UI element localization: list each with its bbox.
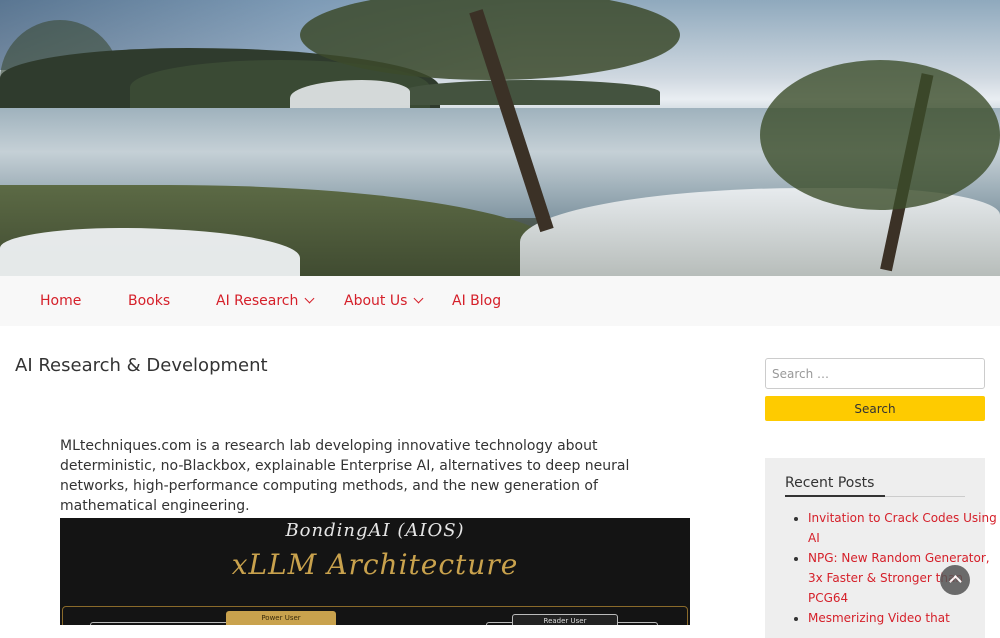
- nav-item-ai-blog[interactable]: AI Blog: [452, 276, 501, 326]
- main-navigation: Home Books AI Research About Us AI Blog: [0, 276, 1000, 326]
- page-title: AI Research & Development: [15, 355, 268, 376]
- recent-post-link[interactable]: Mesmerizing Video that: [808, 611, 950, 625]
- power-user-box: Power User: [226, 611, 336, 625]
- nav-item-about-us-label: About Us: [344, 293, 408, 309]
- recent-posts-widget: Recent Posts Invitation to Crack Codes U…: [765, 458, 997, 638]
- feature-title: xLLM Architecture: [231, 548, 519, 581]
- xllm-architecture-image: BondingAI (AIOS) xLLM Architecture Power…: [60, 518, 690, 625]
- nav-item-about-us[interactable]: About Us: [344, 276, 424, 326]
- header-landscape-image: [0, 0, 1000, 276]
- nav-item-ai-research[interactable]: AI Research: [216, 276, 315, 326]
- search-button[interactable]: Search: [765, 396, 985, 421]
- recent-post-link[interactable]: Invitation to Crack Codes Using AI: [808, 511, 997, 545]
- nav-item-books-label: Books: [128, 293, 171, 309]
- recent-posts-list: Invitation to Crack Codes Using AI NPG: …: [785, 508, 998, 628]
- nav-item-books[interactable]: Books: [128, 276, 170, 326]
- intro-paragraph: MLtechniques.com is a research lab devel…: [60, 438, 630, 514]
- nav-item-home-label: Home: [40, 293, 82, 309]
- nav-item-ai-research-label: AI Research: [216, 293, 299, 309]
- nav-item-ai-blog-label: AI Blog: [452, 293, 502, 309]
- list-item: Mesmerizing Video that: [808, 608, 998, 628]
- chevron-down-icon: [413, 293, 424, 304]
- recent-posts-title: Recent Posts: [785, 475, 875, 491]
- list-item: Invitation to Crack Codes Using AI: [808, 508, 998, 548]
- chevron-down-icon: [304, 293, 315, 304]
- title-underline: [785, 495, 885, 497]
- feature-subtitle: BondingAI (AIOS): [285, 520, 465, 541]
- nav-item-home[interactable]: Home: [40, 276, 81, 326]
- reader-user-box: Reader User: [512, 614, 618, 625]
- search-input[interactable]: [765, 358, 985, 389]
- scroll-to-top-button[interactable]: [940, 565, 970, 595]
